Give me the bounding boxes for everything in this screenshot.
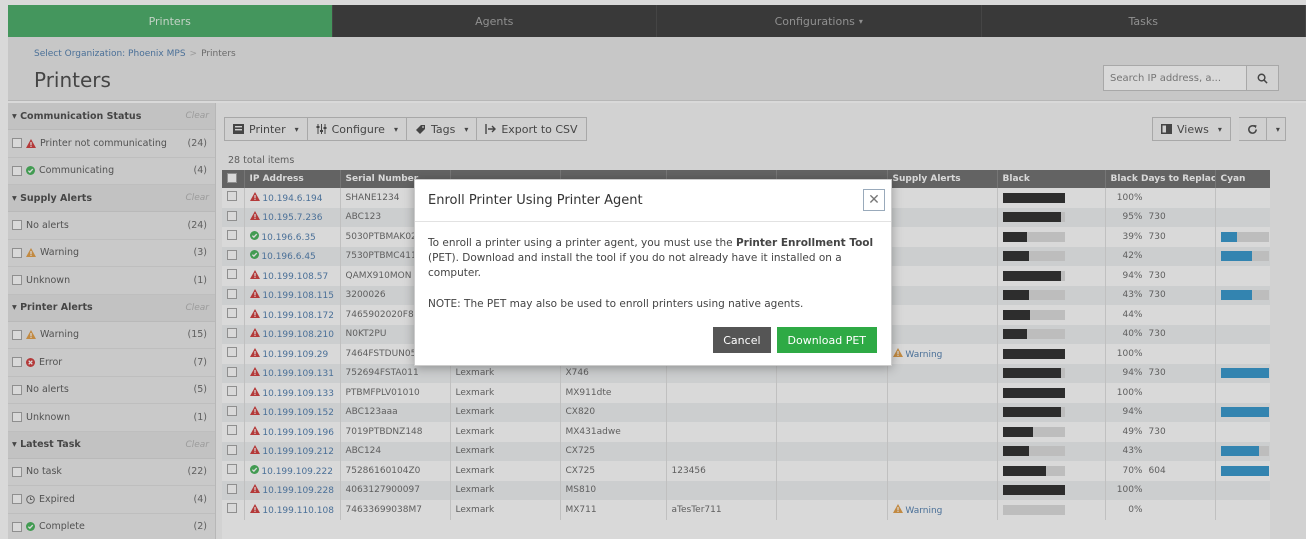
close-icon[interactable]: ✕ (863, 189, 885, 211)
modal-note: NOTE: The PET may also be used to enroll… (428, 298, 804, 310)
modal-tool-name: Printer Enrollment Tool (735, 237, 874, 249)
modal-footer: Cancel Download PET (713, 327, 877, 353)
modal-text: (PET). Download and install the tool if … (428, 252, 842, 279)
modal-description: To enroll a printer using a printer agen… (428, 236, 878, 281)
enroll-printer-modal: Enroll Printer Using Printer Agent ✕ To … (414, 179, 892, 366)
download-pet-button[interactable]: Download PET (776, 327, 877, 353)
modal-title: Enroll Printer Using Printer Agent (415, 180, 891, 222)
modal-text: To enroll a printer using a printer agen… (428, 237, 736, 249)
modal-body: To enroll a printer using a printer agen… (415, 222, 891, 312)
cancel-button[interactable]: Cancel (713, 327, 771, 353)
